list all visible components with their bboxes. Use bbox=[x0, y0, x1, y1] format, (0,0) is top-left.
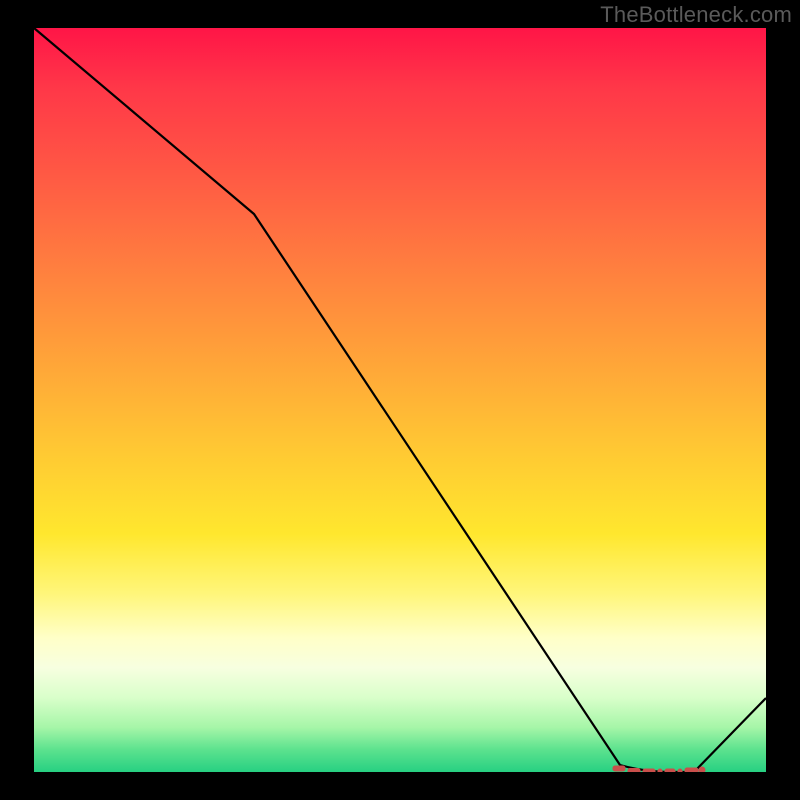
trough-marker-segment bbox=[628, 769, 640, 773]
chart-frame: TheBottleneck.com bbox=[0, 0, 800, 800]
trough-marker-segment bbox=[678, 769, 682, 772]
trough-marker-segment bbox=[613, 766, 625, 771]
plot-area bbox=[34, 28, 766, 772]
chart-svg bbox=[34, 28, 766, 772]
trough-marker-segment bbox=[658, 769, 662, 772]
watermark-text: TheBottleneck.com bbox=[600, 2, 792, 28]
trough-marker-dot bbox=[699, 767, 705, 772]
trough-marker-segment bbox=[643, 769, 655, 772]
trough-marker-segment bbox=[685, 768, 698, 772]
bottleneck-curve-line bbox=[34, 28, 766, 772]
trough-marker-segment bbox=[665, 769, 675, 772]
